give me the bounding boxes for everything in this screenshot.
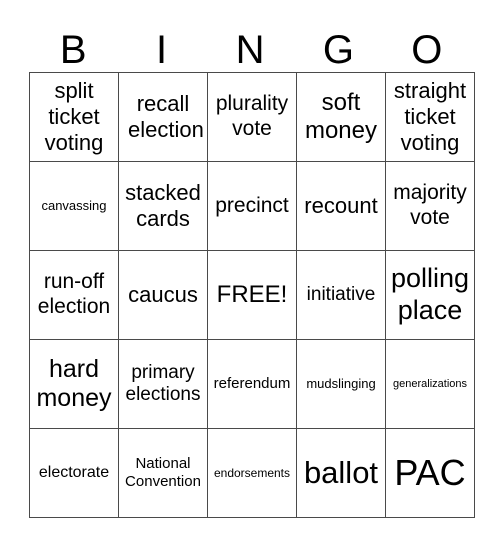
- cell-text: mudslinging: [306, 376, 376, 392]
- cell-text: split ticket voting: [44, 78, 104, 155]
- header-letter-n: N: [235, 28, 265, 72]
- grid-row: split ticket voting recall election plur…: [29, 72, 475, 162]
- bingo-cell: recall election: [118, 72, 208, 162]
- cell-text: PAC: [394, 451, 466, 493]
- grid-row: electorate National Convention endorseme…: [29, 428, 475, 518]
- cell-text: run-off election: [37, 270, 111, 318]
- bingo-cell: precinct: [207, 161, 297, 251]
- header-letter-g: G: [322, 28, 354, 72]
- cell-text: generalizations: [393, 377, 467, 390]
- cell-text: primary elections: [125, 361, 201, 405]
- bingo-cell: plurality vote: [207, 72, 297, 162]
- cell-text: precinct: [215, 193, 289, 217]
- cell-text: electorate: [38, 463, 110, 481]
- cell-text: caucus: [128, 282, 198, 308]
- cell-text: stacked cards: [125, 180, 201, 231]
- bingo-cell: primary elections: [118, 339, 208, 429]
- cell-text: soft money: [304, 88, 378, 144]
- cell-text: recount: [304, 193, 378, 219]
- cell-text: hard money: [36, 354, 112, 412]
- bingo-cell: stacked cards: [118, 161, 208, 251]
- bingo-cell: canvassing: [29, 161, 119, 251]
- bingo-cell: ballot: [296, 428, 386, 518]
- cell-text: polling place: [390, 263, 470, 325]
- bingo-cell: straight ticket voting: [385, 72, 475, 162]
- bingo-cell: endorsements: [207, 428, 297, 518]
- cell-text: plurality vote: [215, 92, 289, 140]
- cell-text: National Convention: [125, 455, 201, 490]
- bingo-cell: PAC: [385, 428, 475, 518]
- bingo-cell: initiative: [296, 250, 386, 340]
- cell-text: referendum: [213, 375, 291, 393]
- cell-text: endorsements: [213, 465, 291, 480]
- bingo-cell: referendum: [207, 339, 297, 429]
- bingo-grid: split ticket voting recall election plur…: [29, 72, 475, 518]
- cell-text: ballot: [303, 454, 379, 490]
- bingo-cell: National Convention: [118, 428, 208, 518]
- bingo-cell: hard money: [29, 339, 119, 429]
- cell-text: majority vote: [393, 181, 467, 229]
- bingo-cell: caucus: [118, 250, 208, 340]
- free-space-text: FREE!: [216, 280, 288, 308]
- cell-text: recall election: [128, 91, 204, 142]
- bingo-cell: majority vote: [385, 161, 475, 251]
- bingo-cell: electorate: [29, 428, 119, 518]
- bingo-cell: recount: [296, 161, 386, 251]
- bingo-cell: split ticket voting: [29, 72, 119, 162]
- header-letter-o: O: [411, 28, 443, 72]
- bingo-cell: generalizations: [385, 339, 475, 429]
- bingo-cell-free: FREE!: [207, 250, 297, 340]
- grid-row: canvassing stacked cards precinct recoun…: [29, 161, 475, 251]
- cell-text: canvassing: [41, 198, 107, 214]
- bingo-cell: soft money: [296, 72, 386, 162]
- bingo-cell: run-off election: [29, 250, 119, 340]
- cell-text: straight ticket voting: [393, 78, 467, 155]
- bingo-cell: mudslinging: [296, 339, 386, 429]
- header-letter-i: I: [156, 28, 168, 72]
- bingo-header: B I N G O: [29, 28, 471, 72]
- cell-text: initiative: [306, 283, 376, 305]
- header-letter-b: B: [59, 28, 87, 72]
- bingo-cell: polling place: [385, 250, 475, 340]
- grid-row: run-off election caucus FREE! initiative…: [29, 250, 475, 340]
- grid-row: hard money primary elections referendum …: [29, 339, 475, 429]
